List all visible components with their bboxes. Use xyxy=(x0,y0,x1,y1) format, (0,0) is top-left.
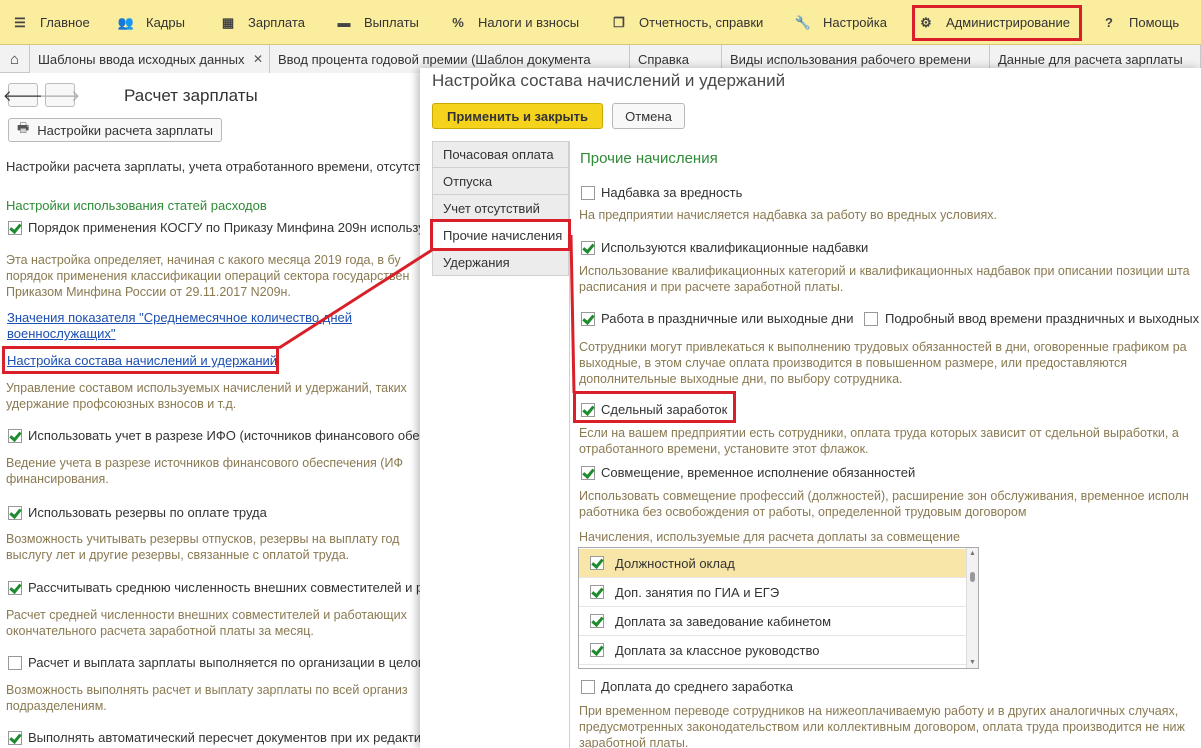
connector-line-1 xyxy=(278,248,433,350)
connector-line-2 xyxy=(569,234,576,394)
annotation-arrows xyxy=(278,234,576,394)
